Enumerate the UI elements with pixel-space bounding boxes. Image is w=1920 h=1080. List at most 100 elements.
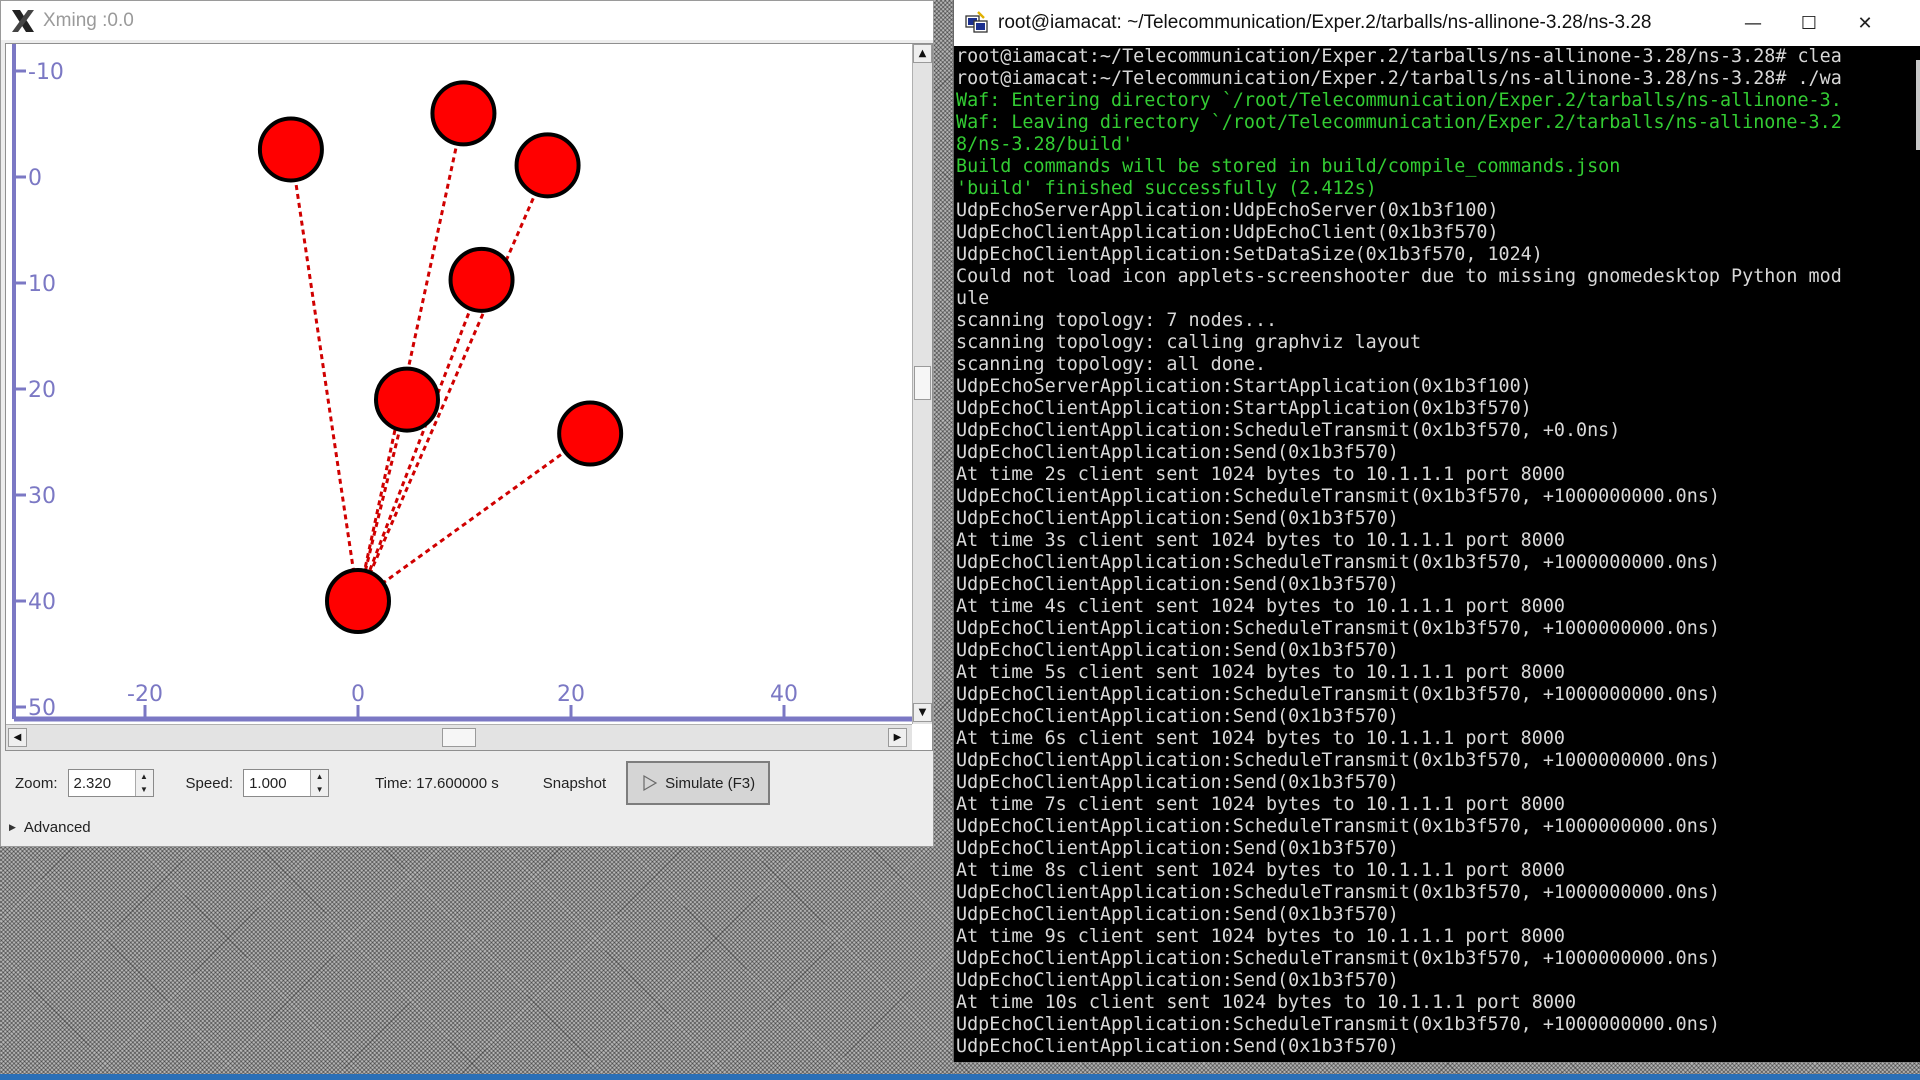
terminal-output[interactable]: root@iamacat:~/Telecommunication/Exper.2… [954,46,1918,1062]
spin-up-icon[interactable]: ▲ [316,772,324,781]
terminal-line: UdpEchoClientApplication:Send(0x1b3f570) [956,574,1399,595]
terminal-line: UdpEchoClientApplication:ScheduleTransmi… [956,816,1720,837]
horizontal-scrollbar[interactable]: ◀ ▶ [6,724,912,750]
topology-node[interactable] [430,80,497,147]
terminal-line: Waf: Leaving directory `/root/Telecommun… [956,112,1842,133]
xming-window-title: Xming :0.0 [43,9,134,31]
terminal-line: UdpEchoClientApplication:ScheduleTransmi… [956,420,1621,441]
x-tick-label: 0 [351,682,365,707]
terminal-line: UdpEchoClientApplication:Send(0x1b3f570) [956,706,1399,727]
topology-link [289,149,360,602]
scroll-up-arrow-icon[interactable]: ▲ [913,44,932,63]
y-tick-label: -10 [28,60,64,85]
expander-arrow-icon[interactable]: ▶ [9,822,16,833]
terminal-line: UdpEchoClientApplication:Send(0x1b3f570) [956,640,1399,661]
terminal-window: root@iamacat: ~/Telecommunication/Exper.… [953,0,1920,1062]
y-tick-label: 20 [28,378,56,403]
topology-node[interactable] [448,246,515,313]
minimize-icon[interactable]: — [1725,0,1781,46]
terminal-line: UdpEchoClientApplication:ScheduleTransmi… [956,1014,1720,1035]
terminal-line: UdpEchoClientApplication:Send(0x1b3f570) [956,838,1399,859]
speed-label: Speed: [185,774,234,792]
terminal-line: UdpEchoServerApplication:UdpEchoServer(0… [956,200,1499,221]
terminal-line: scanning topology: 7 nodes... [956,310,1278,331]
topology-canvas[interactable]: -10 0 10 20 30 40 50 -20 0 20 40 [6,44,912,724]
terminal-line: root@iamacat:~/Telecommunication/Exper.2… [956,68,1842,89]
xming-x-icon [12,9,34,32]
scroll-right-arrow-icon[interactable]: ▶ [888,728,907,747]
terminal-line: 'build' finished successfully (2.412s) [956,178,1377,199]
snapshot-button[interactable]: Snapshot [543,775,606,792]
terminal-line: UdpEchoClientApplication:Send(0x1b3f570) [956,442,1399,463]
topology-viewport[interactable]: -10 0 10 20 30 40 50 -20 0 20 40 ▲ ▼ ◀ ▶ [5,43,933,751]
terminal-line: 8/ns-3.28/build' [956,134,1134,155]
scroll-down-arrow-icon[interactable]: ▼ [913,703,932,722]
spin-up-icon[interactable]: ▲ [140,772,148,781]
terminal-line: UdpEchoClientApplication:UdpEchoClient(0… [956,222,1499,243]
time-readout: Time: 17.600000 s [375,774,499,792]
close-icon[interactable]: ✕ [1837,0,1893,46]
terminal-line: UdpEchoClientApplication:Send(0x1b3f570) [956,772,1399,793]
taskbar-edge [0,1074,1920,1080]
x-tick-label: -20 [127,682,163,707]
terminal-line: UdpEchoClientApplication:ScheduleTransmi… [956,618,1720,639]
y-tick-label: 50 [28,696,56,721]
y-tick-label: 10 [28,272,56,297]
putty-icon [965,11,988,33]
xming-titlebar[interactable]: Xming :0.0 [1,1,933,40]
zoom-spinbox[interactable]: 2.320 ▲ ▼ [67,769,154,797]
terminal-line: Build commands will be stored in build/c… [956,156,1621,177]
controls-bar: Zoom: 2.320 ▲ ▼ Speed: 1.000 ▲ ▼ Time: 1… [5,757,933,809]
terminal-line: At time 5s client sent 1024 bytes to 10.… [956,662,1565,683]
terminal-line: UdpEchoClientApplication:ScheduleTransmi… [956,486,1720,507]
advanced-label: Advanced [23,819,91,836]
topology-link [356,279,483,602]
terminal-line: Could not load icon applets-screenshoote… [956,266,1842,287]
y-tick-label: 30 [28,484,56,509]
topology-node[interactable] [325,568,391,634]
play-icon [643,774,658,792]
vertical-scrollbar[interactable]: ▲ ▼ [912,44,932,724]
terminal-line: UdpEchoClientApplication:ScheduleTransmi… [956,750,1720,771]
zoom-value[interactable]: 2.320 [69,775,112,792]
terminal-line: Waf: Entering directory `/root/Telecommu… [956,90,1842,111]
terminal-line: scanning topology: all done. [956,354,1267,375]
y-tick-label: 40 [28,590,56,615]
x-tick-label: 20 [557,682,585,707]
terminal-titlebar[interactable]: root@iamacat: ~/Telecommunication/Exper.… [954,0,1920,46]
terminal-line: At time 6s client sent 1024 bytes to 10.… [956,728,1565,749]
topology-node[interactable] [514,132,581,199]
topology-node[interactable] [557,400,624,467]
vertical-scroll-thumb[interactable] [914,366,931,400]
terminal-line: ule [956,288,990,309]
spin-down-icon[interactable]: ▼ [140,785,148,794]
speed-spinbox[interactable]: 1.000 ▲ ▼ [243,769,330,797]
topology-node[interactable] [257,116,324,183]
speed-value[interactable]: 1.000 [244,775,287,792]
topology-node[interactable] [373,366,440,433]
zoom-stepper[interactable]: ▲ ▼ [134,770,153,796]
xming-window: Xming :0.0 -10 0 10 20 30 40 50 -20 0 20 40 ▲ ▼ ◀ … [0,0,934,847]
terminal-line: UdpEchoServerApplication:StartApplicatio… [956,376,1532,397]
topology-link [357,432,592,603]
terminal-line: UdpEchoClientApplication:ScheduleTransmi… [956,882,1720,903]
maximize-icon[interactable]: ☐ [1781,0,1837,46]
scroll-left-arrow-icon[interactable]: ◀ [8,728,27,747]
terminal-line: At time 10s client sent 1024 bytes to 10… [956,992,1577,1013]
terminal-line: At time 9s client sent 1024 bytes to 10.… [956,926,1565,947]
topology-link [356,113,465,602]
simulate-button[interactable]: Simulate (F3) [626,761,771,805]
simulate-label: Simulate (F3) [665,774,756,792]
terminal-line: UdpEchoClientApplication:ScheduleTransmi… [956,684,1720,705]
terminal-line: UdpEchoClientApplication:ScheduleTransmi… [956,948,1720,969]
terminal-line: root@iamacat:~/Telecommunication/Exper.2… [956,46,1842,67]
horizontal-scroll-thumb[interactable] [442,728,476,747]
advanced-expander[interactable]: ▶ Advanced [9,819,91,836]
y-tick-label: 0 [28,166,42,191]
spin-down-icon[interactable]: ▼ [316,785,324,794]
terminal-scroll-indicator[interactable] [1916,60,1920,150]
speed-stepper[interactable]: ▲ ▼ [310,770,329,796]
terminal-line: At time 3s client sent 1024 bytes to 10.… [956,530,1565,551]
terminal-line: UdpEchoClientApplication:Send(0x1b3f570) [956,970,1399,991]
terminal-window-title: root@iamacat: ~/Telecommunication/Exper.… [998,12,1652,33]
